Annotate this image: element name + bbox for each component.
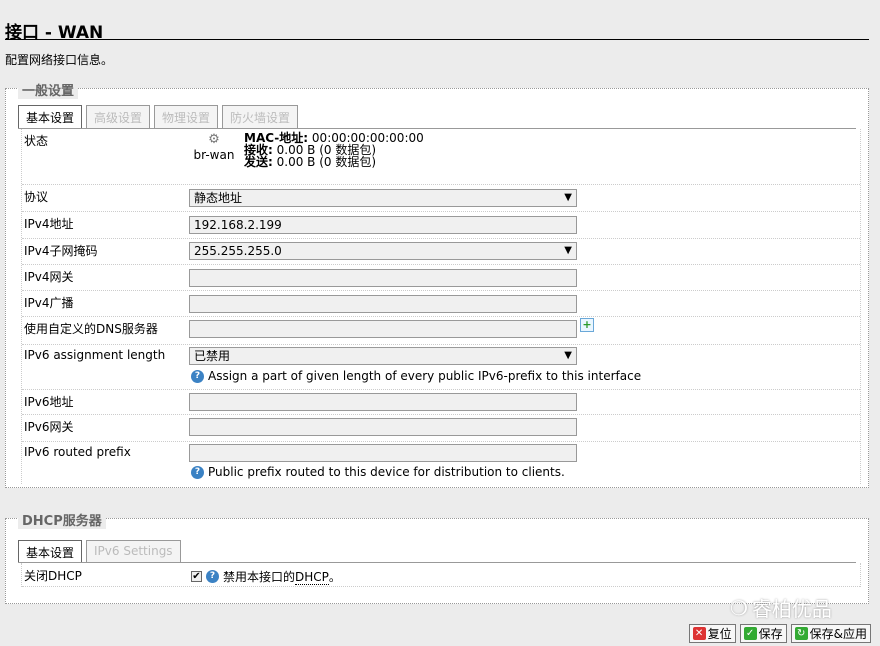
ipv6-address-label: IPv6地址 <box>24 395 74 409</box>
ipv6-assign-row: IPv6 assignment length 已禁用 ▼ ? Assign a … <box>22 345 860 390</box>
ipv4-address-label: IPv4地址 <box>24 217 74 231</box>
ipv6-assign-label: IPv6 assignment length <box>24 348 166 362</box>
ipv4-gateway-input[interactable] <box>189 269 577 287</box>
tx-value: 0.00 B (0 数据包) <box>276 155 377 169</box>
dhcp-form: 关闭DHCP ✔ ? 禁用本接口的DHCP。 <box>21 563 861 587</box>
ipv4-netmask-row: IPv4子网掩码 255.255.255.0 ▼ <box>22 239 860 265</box>
page-description: 配置网络接口信息。 <box>5 53 114 67</box>
ipv4-gateway-label: IPv4网关 <box>24 270 74 284</box>
ipv4-netmask-value: 255.255.255.0 <box>194 244 282 258</box>
ipv6-gateway-row: IPv6网关 <box>22 415 860 442</box>
ipv6-gateway-label: IPv6网关 <box>24 420 74 434</box>
general-form: 状态 ⚙ br-wan MAC-地址: 00:00:00:00:00:00 接收… <box>21 129 861 484</box>
info-icon: ? <box>191 465 204 479</box>
dhcp-abbr: DHCP <box>295 570 329 585</box>
ipv6-assign-select[interactable]: 已禁用 ▼ <box>189 347 577 365</box>
ipv4-address-input[interactable]: 192.168.2.199 <box>189 216 577 234</box>
ipv6-assign-value: 已禁用 <box>194 349 231 363</box>
save-apply-icon: ↻ <box>794 627 808 640</box>
reset-icon: ✕ <box>692 627 706 640</box>
ipv4-netmask-select[interactable]: 255.255.255.0 ▼ <box>189 242 577 260</box>
interface-badge: ⚙ br-wan <box>192 132 236 168</box>
ipv4-broadcast-row: IPv4广播 <box>22 291 860 317</box>
disable-dhcp-hint-prefix: 禁用本接口的 <box>223 570 296 584</box>
ipv4-broadcast-label: IPv4广播 <box>24 296 74 310</box>
dhcp-tabs: 基本设置 IPv6 Settings <box>18 540 181 563</box>
dns-row: 使用自定义的DNS服务器 + <box>22 317 860 345</box>
disable-dhcp-hint-suffix: 。 <box>328 570 341 584</box>
watermark: ❍ 睿柏优品 <box>730 593 832 622</box>
protocol-row: 协议 静态地址 ▼ <box>22 185 860 212</box>
save-apply-button-label: 保存&应用 <box>809 627 867 641</box>
ipv6-prefix-label: IPv6 routed prefix <box>24 445 131 459</box>
reset-button[interactable]: ✕ 复位 <box>688 624 736 643</box>
tx-label: 发送: <box>244 155 273 169</box>
dropdown-arrow-icon: ▼ <box>564 245 572 256</box>
ipv6-prefix-hint-text: Public prefix routed to this device for … <box>208 465 565 479</box>
status-details: MAC-地址: 00:00:00:00:00:00 接收: 0.00 B (0 … <box>244 132 424 168</box>
dns-input[interactable] <box>189 320 577 338</box>
disable-dhcp-checkbox[interactable]: ✔ <box>191 571 202 582</box>
general-settings-legend: 一般设置 <box>18 80 79 99</box>
ipv6-address-input[interactable] <box>189 393 577 411</box>
save-icon: ✓ <box>743 627 757 640</box>
ipv6-gateway-input[interactable] <box>189 418 577 436</box>
save-button-label: 保存 <box>758 627 783 641</box>
title-divider <box>5 39 869 40</box>
save-apply-button[interactable]: ↻ 保存&应用 <box>790 624 871 643</box>
dropdown-arrow-icon: ▼ <box>564 350 572 361</box>
info-icon: ? <box>206 570 219 583</box>
add-dns-icon[interactable]: + <box>580 318 594 332</box>
tab-basic[interactable]: 基本设置 <box>18 105 83 128</box>
dhcp-server-legend: DHCP服务器 <box>18 510 106 529</box>
protocol-select[interactable]: 静态地址 ▼ <box>189 189 577 207</box>
disable-dhcp-control: ✔ ? 禁用本接口的DHCP。 <box>191 568 341 585</box>
tab-physical[interactable]: 物理设置 <box>154 105 219 128</box>
watermark-text: 睿柏优品 <box>751 597 832 621</box>
status-row: 状态 ⚙ br-wan MAC-地址: 00:00:00:00:00:00 接收… <box>22 129 860 185</box>
general-tabs: 基本设置 高级设置 物理设置 防火墙设置 <box>18 105 299 128</box>
protocol-label: 协议 <box>24 190 49 204</box>
status-label: 状态 <box>24 134 49 148</box>
save-button[interactable]: ✓ 保存 <box>739 624 787 643</box>
info-icon: ? <box>191 369 204 383</box>
ipv6-prefix-row: IPv6 routed prefix ? Public prefix route… <box>22 442 860 484</box>
tab-advanced[interactable]: 高级设置 <box>86 105 151 128</box>
disable-dhcp-row: 关闭DHCP ✔ ? 禁用本接口的DHCP。 <box>22 563 860 587</box>
tab-ipv6-settings[interactable]: IPv6 Settings <box>86 540 181 563</box>
reset-button-label: 复位 <box>707 627 732 641</box>
action-buttons: ✕ 复位 ✓ 保存 ↻ 保存&应用 <box>688 624 871 643</box>
ipv4-netmask-label: IPv4子网掩码 <box>24 244 98 258</box>
ipv6-prefix-input[interactable] <box>189 444 577 462</box>
ipv6-assign-hint-text: Assign a part of given length of every p… <box>208 369 642 383</box>
interface-name: br-wan <box>193 148 235 162</box>
dns-label: 使用自定义的DNS服务器 <box>24 322 158 336</box>
ipv4-broadcast-input[interactable] <box>189 295 577 313</box>
ipv6-assign-hint: ? Assign a part of given length of every… <box>191 369 641 383</box>
ipv4-address-row: IPv4地址 192.168.2.199 <box>22 212 860 239</box>
tab-firewall[interactable]: 防火墙设置 <box>222 105 299 128</box>
status-block: ⚙ br-wan MAC-地址: 00:00:00:00:00:00 接收: 0… <box>192 132 424 168</box>
ipv4-gateway-row: IPv4网关 <box>22 265 860 291</box>
tab-dhcp-basic[interactable]: 基本设置 <box>18 540 83 563</box>
dropdown-arrow-icon: ▼ <box>564 192 572 203</box>
disable-dhcp-label: 关闭DHCP <box>24 569 82 583</box>
network-interface-icon: ⚙ <box>208 132 220 147</box>
wechat-icon: ❍ <box>730 595 748 620</box>
ipv6-prefix-hint: ? Public prefix routed to this device fo… <box>191 465 565 479</box>
disable-dhcp-hint: 禁用本接口的DHCP。 <box>223 568 341 585</box>
protocol-value: 静态地址 <box>194 191 243 205</box>
dhcp-server-section: DHCP服务器 基本设置 IPv6 Settings 关闭DHCP ✔ ? 禁用… <box>5 510 869 604</box>
general-settings-section: 一般设置 基本设置 高级设置 物理设置 防火墙设置 状态 ⚙ br-wan MA… <box>5 80 869 488</box>
ipv6-address-row: IPv6地址 <box>22 390 860 415</box>
